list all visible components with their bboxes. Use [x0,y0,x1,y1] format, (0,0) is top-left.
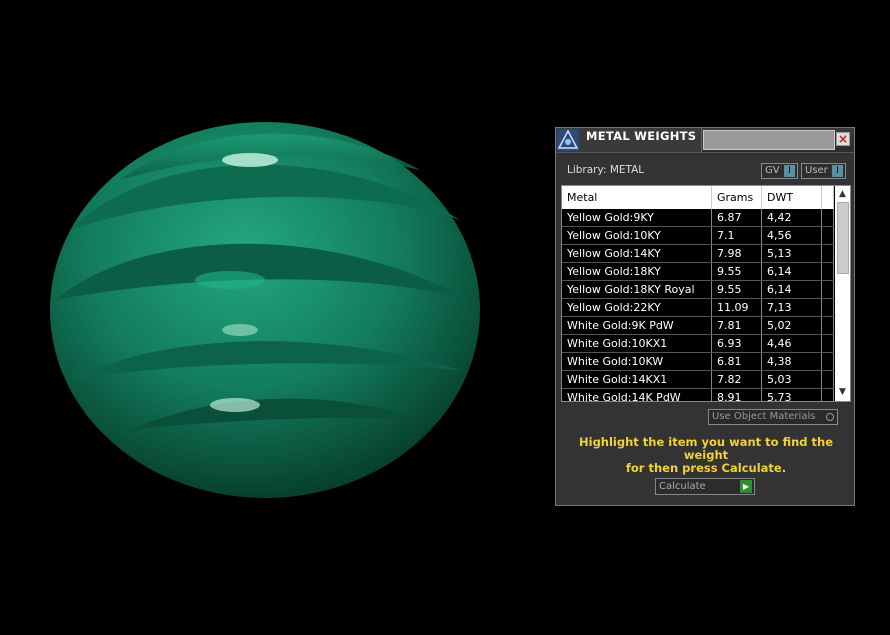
metal-cell: Yellow Gold:18KY [562,263,712,280]
dwt-cell: 4,56 [762,227,822,244]
dwt-cell: 5,02 [762,317,822,334]
panel-titlebar[interactable]: METAL WEIGHTS × [556,128,854,153]
table-row[interactable]: White Gold:9K PdW 7.81 5,02 [562,317,834,335]
metal-cell: Yellow Gold:22KY [562,299,712,316]
close-button[interactable]: × [836,132,850,146]
column-header-extra [822,186,834,209]
gv-toggle-label: GV [765,165,780,176]
calculate-label: Calculate [659,481,706,492]
user-toggle-label: User [805,165,828,176]
table-row[interactable]: White Gold:10KW 6.81 4,38 [562,353,834,371]
column-header-metal[interactable]: Metal [562,186,712,209]
grams-cell: 7.1 [712,227,762,244]
extra-cell [822,263,834,280]
metal-cell: Yellow Gold:14KY [562,245,712,262]
metal-cell: Yellow Gold:18KY Royal [562,281,712,298]
toggle-switch-icon: I [784,165,795,177]
metal-cell: White Gold:10KW [562,353,712,370]
grams-cell: 6.81 [712,353,762,370]
extra-cell [822,281,834,298]
table-scrollbar[interactable]: ▲ ▼ [835,186,850,401]
grams-cell: 7.81 [712,317,762,334]
column-header-dwt[interactable]: DWT [762,186,822,209]
grams-cell: 8.91 [712,389,762,401]
metal-cell: Yellow Gold:10KY [562,227,712,244]
extra-cell [822,371,834,388]
grams-cell: 7.82 [712,371,762,388]
metal-table: Metal Grams DWT Yellow Gold:9KY 6.87 4,42 … [561,185,851,402]
grams-cell: 6.87 [712,209,762,226]
table-header: Metal Grams DWT [562,186,834,209]
dwt-cell: 7,13 [762,299,822,316]
user-toggle[interactable]: User I [801,163,846,179]
dwt-cell: 6,14 [762,281,822,298]
metal-cell: White Gold:9K PdW [562,317,712,334]
metal-cell: White Gold:10KX1 [562,335,712,352]
extra-cell [822,299,834,316]
dwt-cell: 4,38 [762,353,822,370]
use-object-materials-toggle[interactable]: Use Object Materials [708,409,838,425]
use-object-materials-label: Use Object Materials [712,411,816,422]
calculate-button[interactable]: Calculate ▶ [655,478,755,495]
table-row[interactable]: Yellow Gold:18KY 9.55 6,14 [562,263,834,281]
instructions-line-2: for then press Calculate. [625,461,787,475]
extra-cell [822,209,834,226]
extra-cell [822,389,834,401]
table-row[interactable]: Yellow Gold:14KY 7.98 5,13 [562,245,834,263]
metal-weights-panel: METAL WEIGHTS × Library: METAL GV I User… [555,127,855,506]
toggle-switch-icon: I [832,165,843,177]
table-body: Yellow Gold:9KY 6.87 4,42 Yellow Gold:10KY… [562,209,834,401]
table-row[interactable]: White Gold:14K PdW 8.91 5,73 [562,389,834,401]
dwt-cell: 5,03 [762,371,822,388]
grams-cell: 7.98 [712,245,762,262]
3d-viewport[interactable] [0,0,540,635]
dwt-cell: 4,42 [762,209,822,226]
metal-cell: Yellow Gold:9KY [562,209,712,226]
table-row[interactable]: Yellow Gold:9KY 6.87 4,42 [562,209,834,227]
scroll-down-icon[interactable]: ▼ [835,386,850,398]
grams-cell: 9.55 [712,281,762,298]
scroll-thumb[interactable] [837,202,849,274]
library-label: Library: METAL [567,164,645,176]
play-arrow-icon: ▶ [740,480,752,493]
table-row[interactable]: White Gold:10KX1 6.93 4,46 [562,335,834,353]
instructions-text: Highlight the item you want to find the … [566,436,846,475]
metal-cell: White Gold:14K PdW [562,389,712,401]
panel-title: METAL WEIGHTS [586,129,697,143]
table-row[interactable]: Yellow Gold:22KY 11.09 7,13 [562,299,834,317]
extra-cell [822,335,834,352]
dwt-cell: 6,14 [762,263,822,280]
table-row[interactable]: White Gold:14KX1 7.82 5,03 [562,371,834,389]
extra-cell [822,317,834,334]
extra-cell [822,245,834,262]
scroll-up-icon[interactable]: ▲ [835,188,850,200]
dwt-cell: 4,46 [762,335,822,352]
dwt-cell: 5,73 [762,389,822,401]
instructions-line-1: Highlight the item you want to find the … [579,435,833,462]
grams-cell: 9.55 [712,263,762,280]
extra-cell [822,353,834,370]
radio-icon [826,413,834,421]
grams-cell: 6.93 [712,335,762,352]
gv-toggle[interactable]: GV I [761,163,798,179]
grams-cell: 11.09 [712,299,762,316]
table-row[interactable]: Yellow Gold:10KY 7.1 4,56 [562,227,834,245]
green-sphere-model [50,122,480,498]
app-logo-icon [557,129,579,151]
column-header-grams[interactable]: Grams [712,186,762,209]
title-drag-area[interactable] [703,130,835,150]
extra-cell [822,227,834,244]
metal-cell: White Gold:14KX1 [562,371,712,388]
dwt-cell: 5,13 [762,245,822,262]
table-row[interactable]: Yellow Gold:18KY Royal 9.55 6,14 [562,281,834,299]
